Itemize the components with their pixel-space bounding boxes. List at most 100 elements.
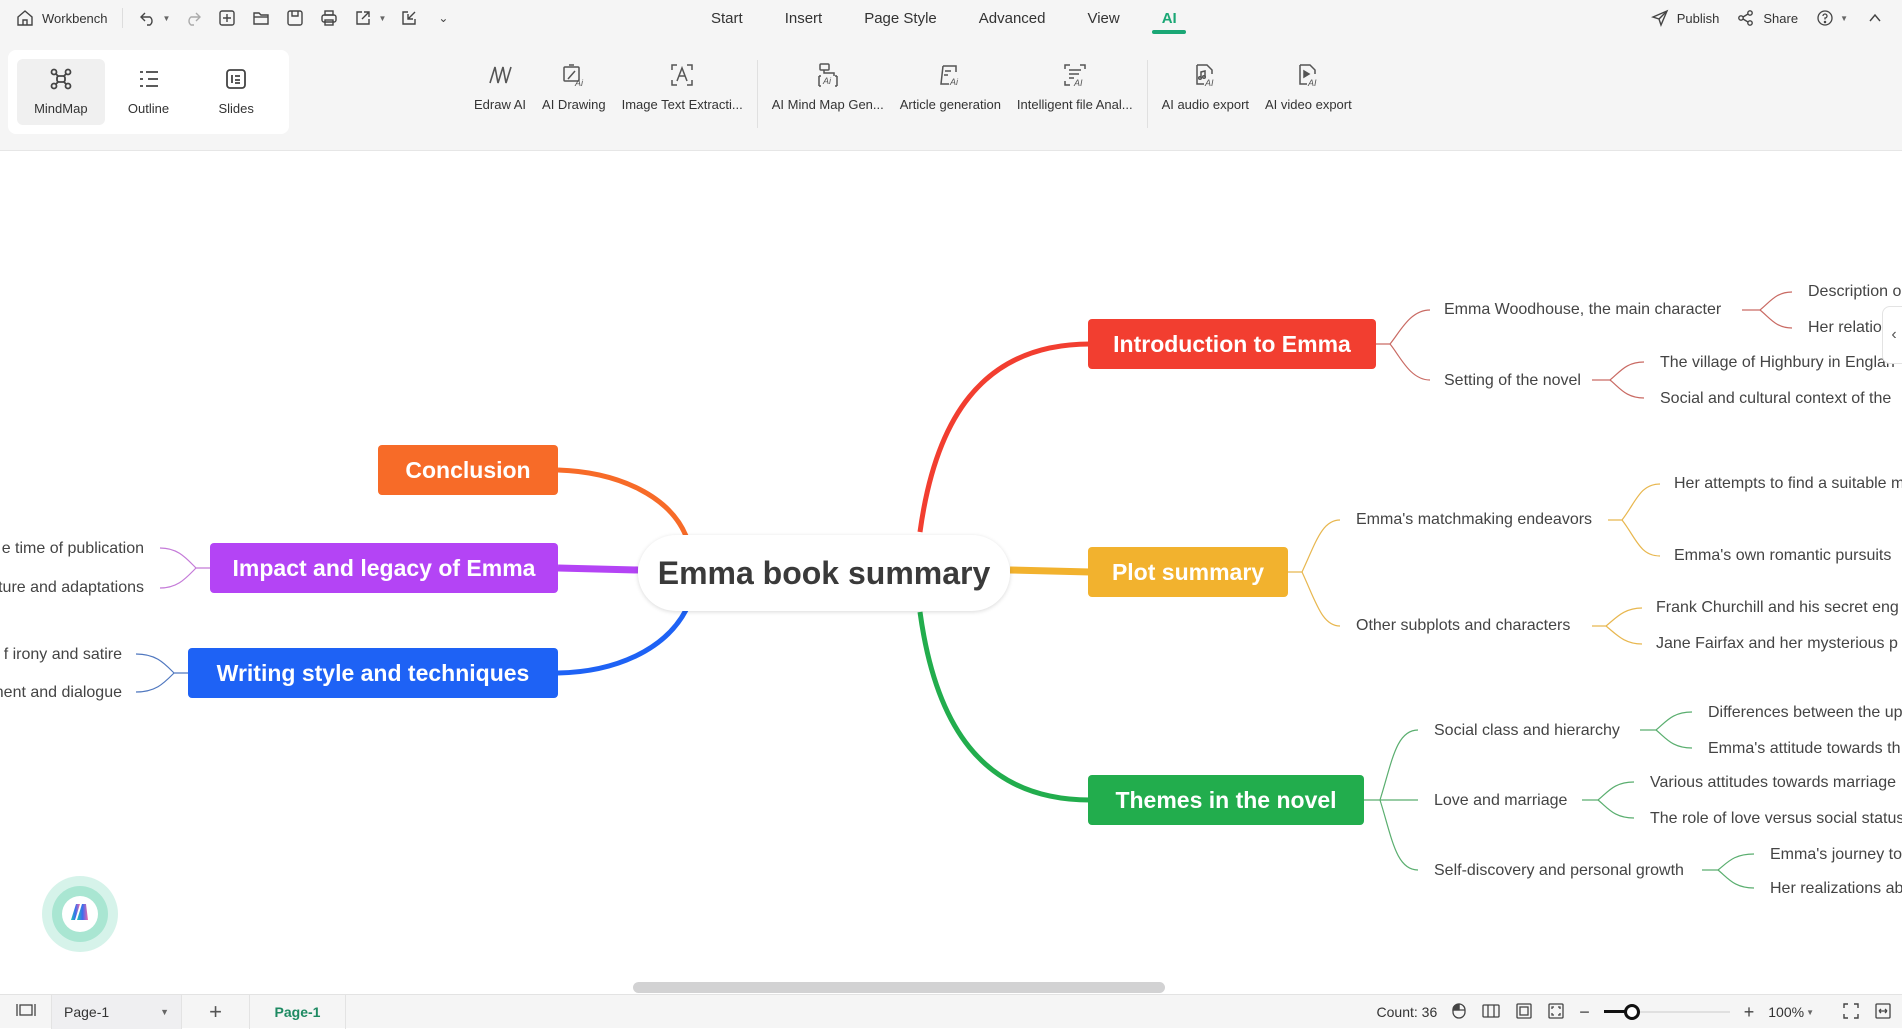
fit-screen-icon[interactable] <box>1547 1002 1565 1023</box>
publish-label: Publish <box>1676 10 1720 26</box>
topic-plot-summary[interactable]: Plot summary <box>1088 547 1288 597</box>
share-button[interactable]: Share <box>1729 4 1804 32</box>
subtopic[interactable]: e time of publication <box>2 539 144 559</box>
view-mindmap-label: MindMap <box>34 101 88 116</box>
image-text-extraction-label: Image Text Extracti... <box>621 97 743 112</box>
new-button[interactable] <box>210 4 244 32</box>
export-button[interactable]: ▼ <box>346 4 392 32</box>
subtopic[interactable]: The village of Highbury in Englan <box>1660 353 1895 373</box>
subtopic[interactable]: Emma's own romantic pursuits <box>1674 546 1891 566</box>
tab-start[interactable]: Start <box>690 0 764 36</box>
workbench-button[interactable]: Workbench <box>8 4 114 32</box>
zoom-slider-handle[interactable] <box>1623 1004 1640 1020</box>
subtopic[interactable]: Setting of the novel <box>1444 371 1581 391</box>
topic-themes[interactable]: Themes in the novel <box>1088 775 1364 825</box>
ai-assistant-button[interactable] <box>42 876 118 952</box>
root-topic[interactable]: Emma book summary <box>638 535 1010 611</box>
subtopic[interactable]: Her realizations ab <box>1770 879 1902 899</box>
import-button[interactable] <box>392 4 426 32</box>
zoom-slider[interactable] <box>1603 1004 1730 1020</box>
mindmap-icon <box>49 68 73 93</box>
undo-button[interactable]: ▼ <box>131 4 177 32</box>
article-generation-icon: Ai <box>935 60 965 90</box>
subtopic[interactable]: Frank Churchill and his secret eng <box>1656 598 1899 618</box>
subtopic[interactable]: Emma's attitude towards th <box>1708 739 1900 759</box>
connector-intro <box>917 341 1091 533</box>
subtopic[interactable]: nent and dialogue <box>0 683 122 703</box>
save-button[interactable] <box>278 4 312 32</box>
view-mindmap-button[interactable]: MindMap <box>17 59 105 125</box>
more-tools-button[interactable]: ⌄ <box>426 4 460 32</box>
ai-audio-export-button[interactable]: AI AI audio export <box>1154 60 1257 112</box>
collapse-ribbon-button[interactable] <box>1858 4 1892 32</box>
zoom-level-select[interactable]: 100% ▼ <box>1768 1004 1814 1020</box>
edraw-ai-button[interactable]: Edraw AI <box>466 60 534 112</box>
connector-plot <box>1009 566 1091 576</box>
tab-ai[interactable]: AI <box>1141 0 1198 36</box>
subtopic[interactable]: Description o <box>1808 282 1901 302</box>
subtopic[interactable]: ture and adaptations <box>0 578 144 598</box>
ai-video-export-button[interactable]: AI AI video export <box>1257 60 1360 112</box>
subtopic[interactable]: Jane Fairfax and her mysterious p <box>1656 634 1898 654</box>
ai-mindmap-gen-button[interactable]: Ai AI Mind Map Gen... <box>764 60 892 112</box>
fullscreen-icon[interactable] <box>1842 1002 1860 1023</box>
side-panel-toggle[interactable]: ‹ <box>1882 306 1902 364</box>
subtopic[interactable]: Emma Woodhouse, the main character <box>1444 300 1721 320</box>
horizontal-scrollbar[interactable] <box>633 982 1165 993</box>
topic-writing-style[interactable]: Writing style and techniques <box>188 648 558 698</box>
mouse-mode-icon[interactable] <box>1451 1002 1467 1023</box>
tab-page-style[interactable]: Page Style <box>843 0 958 36</box>
export-icon <box>352 7 374 29</box>
ai-drawing-button[interactable]: Ai AI Drawing <box>534 60 614 112</box>
page-tab[interactable]: Page-1 <box>250 994 346 1029</box>
book-view-icon[interactable] <box>1481 1003 1501 1022</box>
tab-advanced[interactable]: Advanced <box>958 0 1067 36</box>
topic-conclusion[interactable]: Conclusion <box>378 445 558 495</box>
chevron-down-icon: ▼ <box>378 13 387 23</box>
tab-insert[interactable]: Insert <box>764 0 844 36</box>
toggle-sidebar-button[interactable] <box>0 994 52 1029</box>
subtopic[interactable]: Social and cultural context of the <box>1660 389 1891 409</box>
subtopic[interactable]: Emma's matchmaking endeavors <box>1356 510 1592 530</box>
page-select[interactable]: Page-1 ▼ <box>52 994 182 1029</box>
zoom-out-button[interactable]: − <box>1579 1002 1590 1023</box>
fit-width-icon[interactable] <box>1874 1002 1892 1023</box>
status-bar: Page-1 ▼ + Page-1 Count: 36 − + 100% ▼ <box>0 994 1902 1029</box>
help-button[interactable]: ▼ <box>1808 4 1854 32</box>
topic-impact[interactable]: Impact and legacy of Emma <box>210 543 558 593</box>
topic-introduction[interactable]: Introduction to Emma <box>1088 319 1376 369</box>
subtopic[interactable]: Self-discovery and personal growth <box>1434 861 1684 881</box>
subtopic[interactable]: f irony and satire <box>4 645 122 665</box>
subtopic[interactable]: Various attitudes towards marriage <box>1650 773 1896 793</box>
workbench-label: Workbench <box>42 10 108 26</box>
subtopic[interactable]: Emma's journey to <box>1770 845 1902 865</box>
file-analysis-icon: AI <box>1060 60 1090 90</box>
subtopic[interactable]: Other subplots and characters <box>1356 616 1570 636</box>
view-outline-button[interactable]: Outline <box>105 59 193 125</box>
fit-page-icon[interactable] <box>1515 1002 1533 1023</box>
ai-audio-export-icon: AI <box>1190 60 1220 90</box>
connector-themes <box>917 611 1091 803</box>
open-button[interactable] <box>244 4 278 32</box>
subtopic[interactable]: Love and marriage <box>1434 791 1567 811</box>
print-button[interactable] <box>312 4 346 32</box>
view-outline-label: Outline <box>127 101 170 116</box>
image-text-extraction-button[interactable]: Image Text Extracti... <box>614 60 751 112</box>
view-slides-button[interactable]: Slides <box>192 59 280 125</box>
mindmap-canvas[interactable]: Emma book summary Introduction to Emma P… <box>0 152 1902 994</box>
publish-button[interactable]: Publish <box>1643 4 1726 32</box>
subtopic[interactable]: Social class and hierarchy <box>1434 721 1620 741</box>
tab-view[interactable]: View <box>1066 0 1140 36</box>
subtopic[interactable]: The role of love versus social status <box>1650 809 1902 829</box>
printer-icon <box>318 7 340 29</box>
redo-button[interactable] <box>176 4 210 32</box>
article-generation-button[interactable]: Ai Article generation <box>892 60 1009 112</box>
zoom-in-button[interactable]: + <box>1744 1002 1755 1023</box>
file-analysis-button[interactable]: AI Intelligent file Anal... <box>1009 60 1141 112</box>
help-icon <box>1814 7 1836 29</box>
subtopic[interactable]: Differences between the up <box>1708 703 1902 723</box>
subtopic[interactable]: Her attempts to find a suitable m <box>1674 474 1902 494</box>
connector-conclusion <box>557 467 689 537</box>
svg-text:AI: AI <box>1204 78 1214 88</box>
add-page-button[interactable]: + <box>182 994 250 1029</box>
